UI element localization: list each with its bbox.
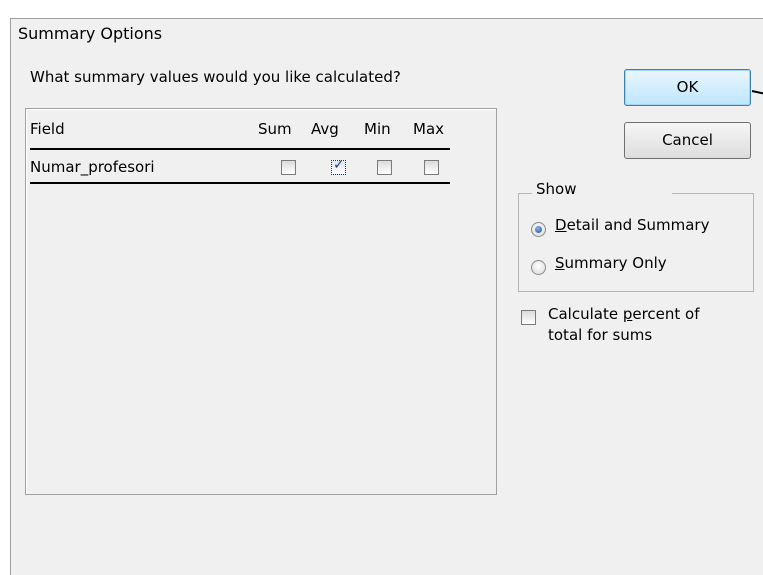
field-name: Numar_profesori: [30, 158, 155, 176]
checkmark-icon: ✓: [333, 157, 345, 173]
column-header-max: Max: [413, 120, 445, 138]
max-checkbox[interactable]: [424, 160, 439, 175]
column-header-sum: Sum: [258, 120, 292, 138]
groupbox-top-border-right: [672, 193, 754, 194]
calculate-percent-label[interactable]: Calculate percent of: [548, 305, 700, 323]
detail-and-summary-radio[interactable]: [531, 222, 546, 237]
ok-button[interactable]: OK: [624, 69, 751, 106]
calculate-percent-label-line2: total for sums: [548, 326, 653, 344]
label-text: etail and Summary: [566, 216, 710, 234]
summary-only-radio[interactable]: [531, 260, 546, 275]
mnemonic-s: S: [555, 254, 565, 272]
min-checkbox[interactable]: [377, 160, 392, 175]
show-groupbox: [518, 193, 754, 292]
column-header-field: Field: [30, 120, 65, 138]
header-divider: [30, 148, 450, 150]
column-header-avg: Avg: [311, 120, 339, 138]
calculate-percent-checkbox[interactable]: [521, 310, 536, 325]
cancel-button[interactable]: Cancel: [624, 122, 751, 159]
summary-only-label[interactable]: Summary Only: [555, 254, 667, 272]
mnemonic-p: p: [622, 305, 633, 323]
dialog-title: Summary Options: [18, 24, 163, 43]
label-text: Calculate: [548, 305, 623, 323]
label-text: ercent of: [632, 305, 700, 323]
row-divider: [30, 182, 450, 184]
avg-checkbox[interactable]: ✓: [331, 157, 346, 175]
sum-checkbox[interactable]: [281, 160, 296, 175]
groupbox-top-border-left: [518, 193, 532, 194]
label-text: ummary Only: [564, 254, 667, 272]
radio-selected-dot: [535, 226, 542, 233]
show-group-legend: Show: [536, 180, 577, 198]
detail-and-summary-label[interactable]: Detail and Summary: [555, 216, 709, 234]
summary-prompt: What summary values would you like calcu…: [30, 68, 401, 86]
column-header-min: Min: [364, 120, 391, 138]
mnemonic-d: D: [555, 216, 567, 234]
